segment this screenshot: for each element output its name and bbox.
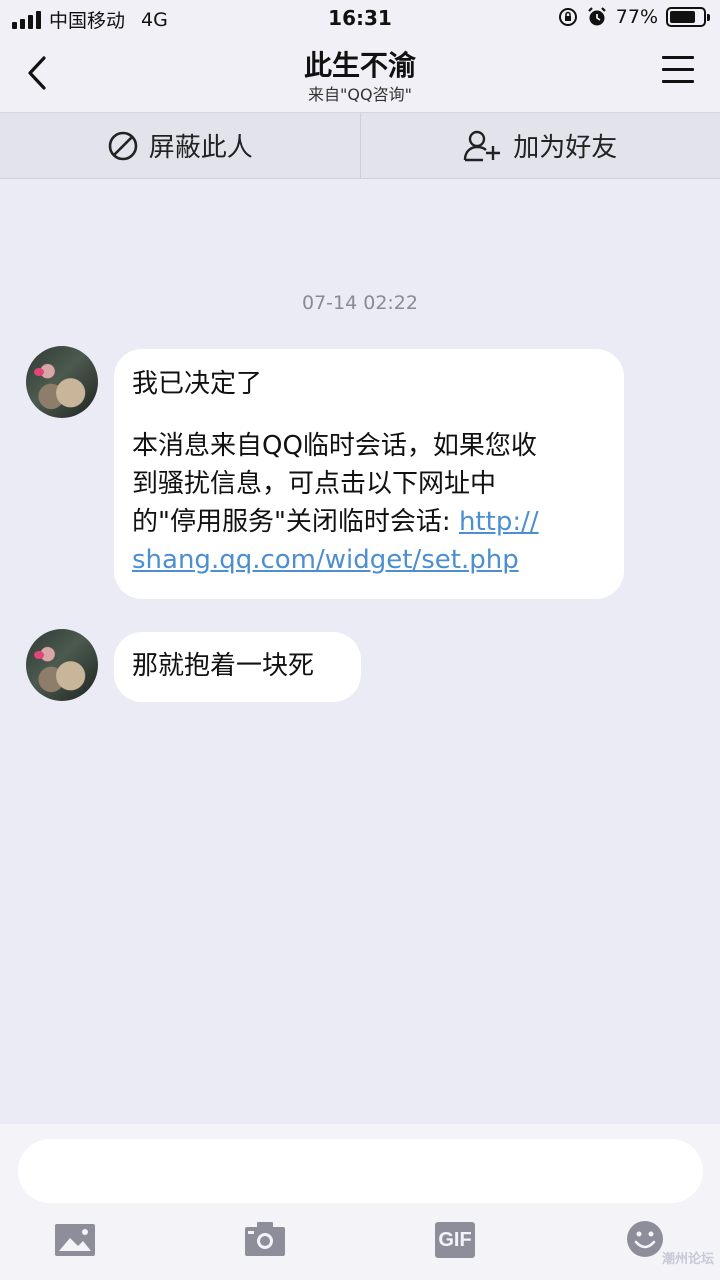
page-title: 此生不渝: [303, 49, 416, 82]
message-bubble[interactable]: 那就抱着一块死: [114, 632, 361, 702]
block-icon: [108, 131, 138, 160]
avatar[interactable]: [26, 346, 98, 418]
message-text: 那就抱着一块死: [132, 651, 315, 681]
alarm-icon: [587, 7, 606, 26]
status-bar: 中国移动 4G 16:31 77%: [0, 0, 720, 36]
battery-icon: [666, 7, 710, 27]
battery-fill: [670, 11, 695, 23]
battery-percent: 77%: [615, 6, 658, 28]
avatar[interactable]: [26, 629, 98, 701]
block-user-label: 屏蔽此人: [148, 133, 253, 163]
message-link[interactable]: http://: [459, 507, 539, 537]
menu-line: [662, 56, 694, 59]
menu-line: [662, 80, 694, 83]
add-friend-button[interactable]: 加为好友: [361, 113, 720, 178]
block-user-button[interactable]: 屏蔽此人: [0, 113, 360, 178]
message-text: 到骚扰信息，可点击以下网址中: [132, 469, 497, 499]
message-text: 的"停用服务"关闭临时会话:: [132, 507, 459, 537]
camera-icon[interactable]: [244, 1220, 286, 1258]
menu-line: [662, 68, 694, 71]
action-bar: 屏蔽此人 加为好友: [0, 112, 720, 179]
menu-button[interactable]: [662, 56, 694, 90]
status-right: 77%: [558, 6, 710, 28]
page-subtitle: 来自"QQ咨询": [308, 85, 412, 104]
rotation-lock-icon: [558, 8, 577, 26]
watermark: 潮州论坛: [661, 1252, 714, 1267]
message-text: 本消息来自QQ临时会话，如果您收: [132, 431, 537, 461]
message-input[interactable]: [18, 1139, 703, 1203]
message-text-with-link: 的"停用服务"关闭临时会话: http://: [132, 503, 606, 541]
message-timestamp: 07-14 02:22: [301, 292, 418, 314]
gif-icon[interactable]: GIF: [435, 1222, 475, 1258]
emoji-icon[interactable]: [626, 1220, 664, 1258]
input-area: [0, 1124, 720, 1280]
chat-header: 此生不渝 来自"QQ咨询": [0, 36, 720, 112]
message-link[interactable]: shang.qq.com/widget/set.php: [132, 541, 606, 579]
message-bubble[interactable]: 我已决定了 本消息来自QQ临时会话，如果您收 到骚扰信息，可点击以下网址中 的"…: [114, 349, 624, 599]
image-icon[interactable]: [54, 1222, 96, 1258]
add-friend-label: 加为好友: [513, 133, 618, 163]
message-text: 我已决定了: [132, 369, 263, 399]
add-user-icon: [464, 130, 501, 161]
